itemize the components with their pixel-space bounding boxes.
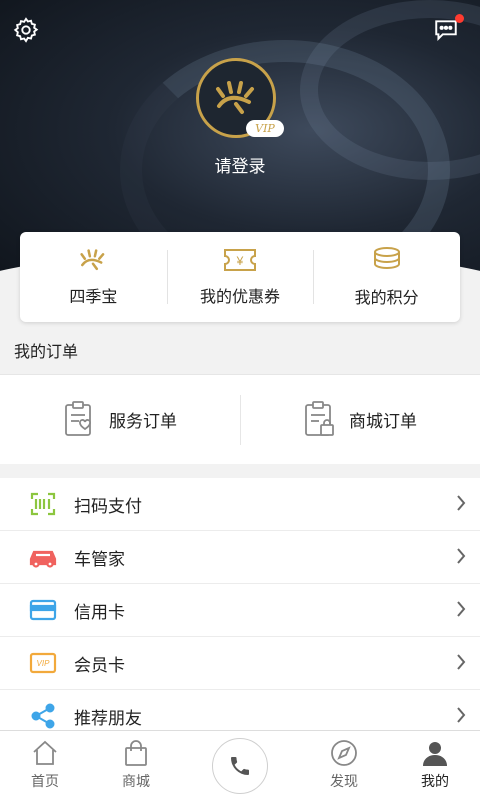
orders-section-title: 我的订单 bbox=[14, 342, 79, 361]
sun-rays-icon bbox=[80, 249, 105, 271]
coin-stack-icon bbox=[373, 247, 400, 270]
chevron-right-icon bbox=[457, 707, 466, 723]
menu-item-label: 扫码支付 bbox=[74, 496, 142, 517]
chevron-right-icon bbox=[457, 495, 466, 511]
menu-item-label: 会员卡 bbox=[74, 655, 125, 676]
tab-home[interactable]: 首页 bbox=[0, 731, 90, 800]
phone-icon bbox=[231, 757, 249, 775]
orders-row: 服务订单 商城订单 bbox=[0, 374, 480, 464]
tab-label: 我的 bbox=[421, 774, 449, 790]
tab-mine[interactable]: 我的 bbox=[390, 731, 480, 800]
vip-badge: VIP bbox=[246, 120, 284, 137]
quick-link-points[interactable]: 我的积分 bbox=[313, 232, 460, 322]
service-orders-button[interactable]: 服务订单 bbox=[0, 375, 240, 464]
tab-label: 首页 bbox=[31, 774, 59, 790]
order-label: 服务订单 bbox=[109, 412, 177, 432]
car-icon bbox=[28, 542, 58, 572]
menu-item-scan-pay[interactable]: 扫码支付 bbox=[0, 478, 480, 531]
call-button[interactable] bbox=[212, 738, 268, 794]
tab-discover[interactable]: 发现 bbox=[299, 731, 389, 800]
share-icon bbox=[28, 701, 58, 731]
messages-button[interactable] bbox=[430, 14, 464, 46]
chevron-right-icon bbox=[457, 654, 466, 670]
quick-link-label: 我的积分 bbox=[354, 288, 419, 307]
menu-item-label: 推荐朋友 bbox=[74, 708, 142, 729]
scan-code-icon bbox=[28, 489, 58, 519]
quick-link-label: 四季宝 bbox=[69, 287, 118, 306]
quick-link-sijibao[interactable]: 四季宝 bbox=[20, 232, 167, 322]
menu-item-label: 车管家 bbox=[74, 549, 125, 570]
quick-link-coupons[interactable]: ¥ 我的优惠券 bbox=[166, 232, 314, 322]
credit-card-icon bbox=[28, 595, 58, 625]
shopping-bag-icon bbox=[125, 740, 147, 766]
chevron-right-icon bbox=[457, 601, 466, 617]
login-link[interactable]: 请登录 bbox=[0, 152, 480, 177]
menu-item-label: 信用卡 bbox=[74, 602, 125, 623]
unread-dot bbox=[455, 14, 464, 23]
compass-icon bbox=[331, 740, 357, 766]
vip-card-icon: VIP bbox=[28, 648, 58, 678]
gear-icon bbox=[13, 17, 39, 43]
chevron-right-icon bbox=[457, 548, 466, 564]
menu-list: 扫码支付 车管家 信用卡 VIP 会员卡 推荐朋友 bbox=[0, 478, 480, 743]
menu-item-credit-card[interactable]: 信用卡 bbox=[0, 584, 480, 637]
menu-item-member-card[interactable]: VIP 会员卡 bbox=[0, 637, 480, 690]
quick-links-card: 四季宝 ¥ 我的优惠券 我的积分 bbox=[20, 232, 460, 322]
sun-rays-icon bbox=[216, 81, 254, 114]
quick-link-label: 我的优惠券 bbox=[200, 287, 281, 306]
tab-mall[interactable]: 商城 bbox=[91, 731, 181, 800]
tab-label: 发现 bbox=[330, 774, 358, 790]
svg-text:¥: ¥ bbox=[236, 254, 244, 268]
tab-label: 商城 bbox=[122, 774, 150, 790]
home-icon bbox=[33, 740, 57, 765]
user-icon bbox=[423, 742, 447, 766]
mall-order-icon bbox=[305, 400, 334, 436]
mall-orders-button[interactable]: 商城订单 bbox=[240, 375, 480, 464]
svg-text:VIP: VIP bbox=[37, 659, 51, 668]
settings-button[interactable] bbox=[10, 14, 42, 46]
menu-item-car-butler[interactable]: 车管家 bbox=[0, 531, 480, 584]
coupon-yen-icon: ¥ bbox=[224, 249, 256, 271]
service-order-icon bbox=[65, 400, 91, 436]
order-label: 商城订单 bbox=[349, 412, 417, 432]
